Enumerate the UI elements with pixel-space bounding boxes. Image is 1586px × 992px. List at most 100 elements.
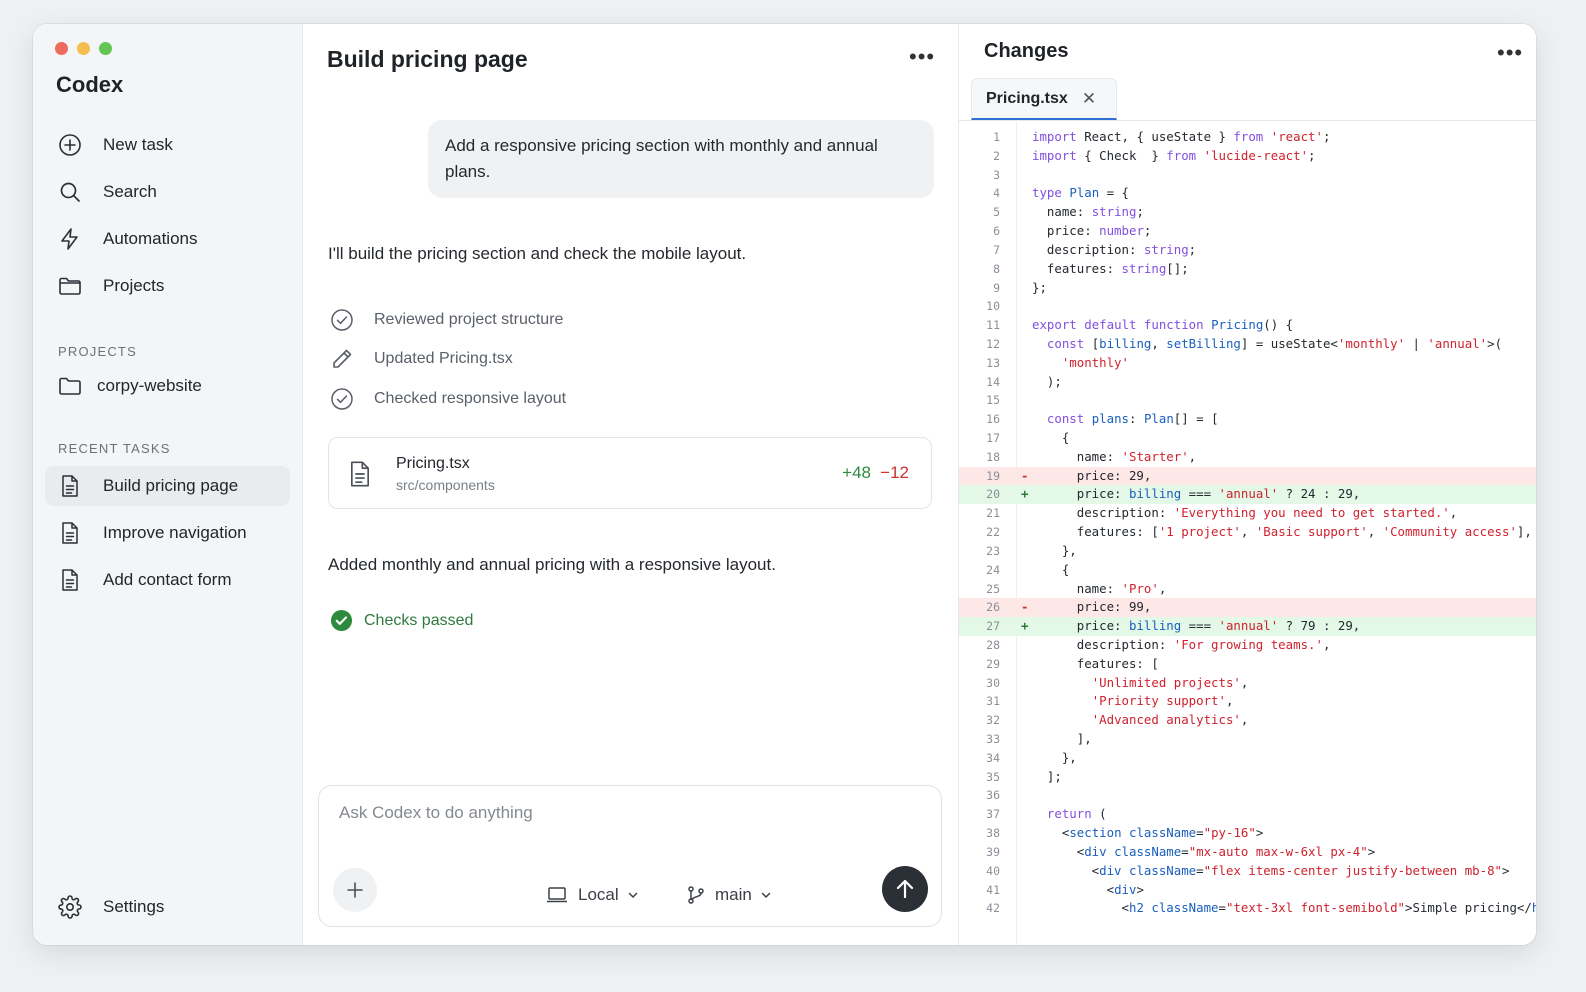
line-number: 41 xyxy=(986,882,1000,897)
environment-label: Local xyxy=(578,885,619,904)
check-filled-icon xyxy=(330,609,353,632)
sidebar-item-search[interactable]: Search xyxy=(45,172,290,212)
sidebar-item-label: New task xyxy=(103,135,173,154)
line-code: features: ['1 project', 'Basic support',… xyxy=(1032,524,1532,540)
branch-label: main xyxy=(715,885,752,904)
code-line: 17 { xyxy=(959,429,1536,448)
line-code: import React, { useState } from 'react'; xyxy=(1032,129,1331,144)
attach-button[interactable] xyxy=(333,868,377,912)
line-number: 6 xyxy=(993,224,1000,239)
maximize-window-button[interactable] xyxy=(99,42,112,55)
line-number: 32 xyxy=(986,713,1000,728)
line-code: ); xyxy=(1032,373,1062,389)
code-line: 25 name: 'Pro', xyxy=(959,580,1536,599)
summary-message: Added monthly and annual pricing with a … xyxy=(328,555,776,574)
prompt-input[interactable] xyxy=(337,802,901,824)
line-number: 27 xyxy=(986,619,1000,634)
code-line: 9}; xyxy=(959,279,1536,298)
changes-more-button[interactable]: ••• xyxy=(1497,40,1523,66)
line-number: 8 xyxy=(993,261,1000,276)
code-line: 15 xyxy=(959,391,1536,410)
line-code: description: 'Everything you need to get… xyxy=(1032,505,1458,521)
line-number: 36 xyxy=(986,788,1000,803)
file-change-card[interactable]: Pricing.tsx src/components +48 −12 xyxy=(328,437,932,509)
line-code: price: billing === 'annual' ? 24 : 29, xyxy=(1032,486,1361,502)
close-icon[interactable]: ✕ xyxy=(1082,89,1096,109)
code-line: 37 return ( xyxy=(959,805,1536,824)
line-number: 26 xyxy=(986,600,1000,615)
code-line: 1 import React, { useState } from 'react'… xyxy=(959,128,1536,147)
line-number: 13 xyxy=(986,355,1000,370)
line-code: name: 'Starter', xyxy=(1032,448,1197,464)
line-code: features: [ xyxy=(1032,655,1159,671)
sidebar-item-build-pricing-page[interactable]: Build pricing page xyxy=(45,466,290,506)
sidebar-item-settings[interactable]: Settings xyxy=(45,887,290,927)
code-line: 11 export default function Pricing() { xyxy=(959,316,1536,335)
line-number: 37 xyxy=(986,807,1000,822)
sidebar-nav: New task Search Automations Projects xyxy=(45,125,290,313)
minimize-window-button[interactable] xyxy=(77,42,90,55)
line-code: }; xyxy=(1032,279,1047,295)
sidebar-item-projects[interactable]: Projects xyxy=(45,266,290,306)
line-code: }, xyxy=(1032,542,1077,558)
chat-more-button[interactable]: ••• xyxy=(909,44,935,70)
line-number: 23 xyxy=(986,543,1000,558)
line-code: 'monthly' xyxy=(1061,354,1129,370)
sidebar-item-corpy-website[interactable]: corpy-website xyxy=(45,366,290,406)
line-code: }, xyxy=(1032,749,1077,765)
sidebar-item-new-task[interactable]: New task xyxy=(45,125,290,165)
line-code: const plans: Plan[] = [ xyxy=(1046,411,1219,427)
send-button[interactable] xyxy=(882,866,928,912)
line-code: description: string; xyxy=(1032,241,1197,257)
line-number: 2 xyxy=(993,148,1000,163)
removed-line: 19- price: 29, xyxy=(959,466,1536,486)
code-line: 8 features: string[]; xyxy=(959,260,1536,279)
line-number: 3 xyxy=(993,167,1000,182)
sidebar-item-add-contact-form[interactable]: Add contact form xyxy=(45,560,290,600)
line-number: 22 xyxy=(986,525,1000,540)
recent-tasks-section-label: RECENT TASKS xyxy=(58,441,171,456)
line-number: 33 xyxy=(986,732,1000,746)
sidebar: Codex New task Search Automations Projec… xyxy=(33,24,303,945)
line-number: 30 xyxy=(986,675,1000,690)
step-item: Updated Pricing.tsx xyxy=(330,340,566,380)
tab-pricing-tsx[interactable]: Pricing.tsx ✕ xyxy=(971,78,1117,120)
code-line: 21 description: 'Everything you need to … xyxy=(959,504,1536,523)
sidebar-item-improve-navigation[interactable]: Improve navigation xyxy=(45,513,290,553)
line-code: <div className="mx-auto max-w-6xl px-4"> xyxy=(1032,843,1376,859)
branch-select[interactable]: main xyxy=(687,885,771,905)
gear-icon xyxy=(57,894,83,920)
plus-circle-icon xyxy=(57,132,83,158)
environment-select[interactable]: Local xyxy=(546,885,638,905)
line-code: price: 99, xyxy=(1032,599,1152,615)
assistant-message: I'll build the pricing section and check… xyxy=(328,244,747,263)
user-message: Add a responsive pricing section with mo… xyxy=(428,120,934,198)
close-window-button[interactable] xyxy=(55,42,68,55)
sidebar-item-automations[interactable]: Automations xyxy=(45,219,290,259)
line-number: 16 xyxy=(986,412,1000,427)
step-item: Reviewed project structure xyxy=(330,300,566,340)
code-line: 33 ], xyxy=(959,730,1536,749)
step-label: Checked responsive layout xyxy=(374,389,567,407)
recent-tasks-list: Build pricing page Improve navigation Ad… xyxy=(45,466,290,607)
search-icon xyxy=(57,179,83,205)
deletions-count: −12 xyxy=(880,463,909,482)
sidebar-item-label: Search xyxy=(103,182,157,201)
code-line: 5 name: string; xyxy=(959,203,1536,222)
code-line: 31 'Priority support', xyxy=(959,692,1536,711)
code-diff-view[interactable]: 1 import React, { useState } from 'react'… xyxy=(959,128,1536,918)
window-controls xyxy=(55,42,112,55)
line-number: 10 xyxy=(986,299,1000,314)
lightning-icon xyxy=(57,226,83,252)
additions-count: +48 xyxy=(842,463,871,482)
line-number: 20 xyxy=(986,487,1000,502)
line-number: 24 xyxy=(986,562,1000,577)
line-code: 'Advanced analytics', xyxy=(1091,712,1249,728)
changes-panel: Changes ••• Pricing.tsx ✕ 1 import React,… xyxy=(958,24,1536,945)
document-icon xyxy=(347,460,373,493)
line-code: 'Priority support', xyxy=(1091,693,1234,709)
code-line: 28 description: 'For growing teams.', xyxy=(959,636,1536,655)
laptop-icon xyxy=(547,887,567,903)
added-line: 20 + price: billing === 'annual' ? 24 : 2… xyxy=(959,485,1536,505)
code-line: 4 type Plan = { xyxy=(959,184,1536,203)
